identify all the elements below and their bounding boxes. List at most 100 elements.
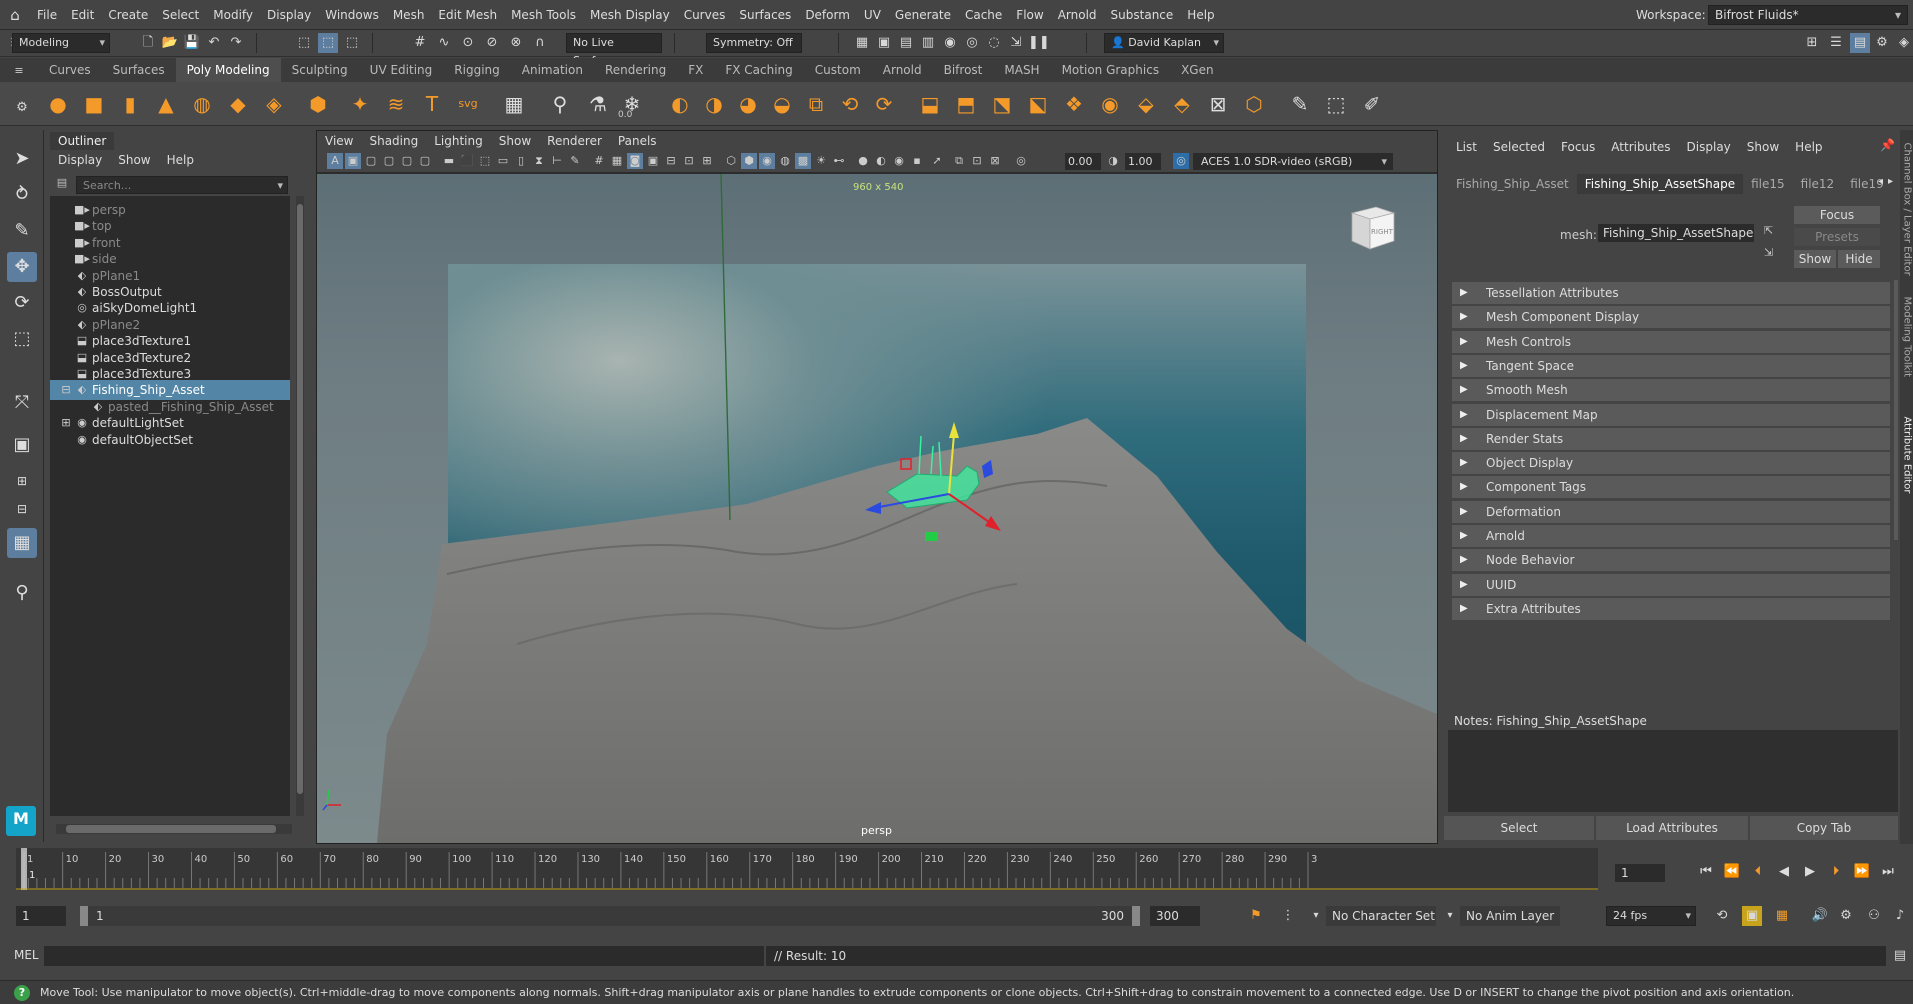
wireframe-on-shaded-icon[interactable]: ▣ [645,153,661,169]
snap-curve-icon[interactable]: ∿ [434,33,454,53]
poly-sphere-icon[interactable]: ● [44,90,72,118]
super-shape-icon[interactable]: ✦ [346,90,374,118]
attr-tab-file12[interactable]: file12 [1793,174,1843,194]
shelf-menu-icon[interactable]: ≡ [0,64,38,77]
shelf-settings-icon[interactable]: ⚙ [12,98,32,118]
collapse-icon[interactable]: ⬘ [1168,90,1196,118]
motion-blur-icon[interactable]: ⊷ [831,153,847,169]
extract-icon[interactable]: ⟲ [836,90,864,118]
play-backwards-icon[interactable]: ◀ [1774,862,1794,882]
new-scene-icon[interactable]: 🗋 [138,33,158,53]
sound-icon[interactable]: 🔊 [1810,906,1830,926]
expand-triangle-icon[interactable]: ▶ [1460,574,1468,596]
render-view-icon[interactable]: ▦ [852,33,872,53]
select-hierarchy-icon[interactable]: ⬚ [294,33,314,53]
shadows-icon[interactable]: ⊞ [699,153,715,169]
merge-icon[interactable]: ❖ [1060,90,1088,118]
menu-surfaces[interactable]: Surfaces [732,0,798,30]
gamma-icon[interactable]: ◑ [1105,153,1121,169]
go-to-end-icon[interactable]: ⏭ [1878,862,1898,882]
outliner-menu-display[interactable]: Display [50,151,110,169]
menu-cache[interactable]: Cache [958,0,1009,30]
circularize-icon[interactable]: ⬙ [1132,90,1160,118]
viewport-menu-lighting[interactable]: Lighting [426,131,491,151]
frame-all-icon[interactable]: ⧉ [951,153,967,169]
render-frame-icon[interactable]: ▣ [874,33,894,53]
menu-modify[interactable]: Modify [206,0,260,30]
shelf-tab-rendering[interactable]: Rendering [594,58,677,82]
center-pivot-icon[interactable]: ⚲ [546,90,574,118]
shelf-tab-poly-modeling[interactable]: Poly Modeling [175,58,281,82]
snap-live-icon[interactable]: ⊗ [506,33,526,53]
shelf-tab-fx[interactable]: FX [677,58,714,82]
focus-button[interactable]: Focus [1794,206,1880,224]
animation-preferences-icon[interactable]: ♪ [1890,906,1910,926]
shelf-tab-fx-caching[interactable]: FX Caching [714,58,803,82]
view-transform-select[interactable]: ACES 1.0 SDR-video (sRGB) ▾ [1193,153,1393,170]
current-frame-field[interactable]: 1 [1615,864,1665,882]
attr-section-tangent-space[interactable]: ▶ Tangent Space [1452,354,1890,377]
attr-menu-help[interactable]: Help [1787,138,1830,156]
film-gate-icon[interactable]: ▬ [441,153,457,169]
channel-box-icon[interactable]: ▤ [1850,33,1870,53]
outliner-search-input[interactable]: Search... ▾ [76,176,288,194]
tab-scroll-right-icon[interactable]: ▸ [1888,176,1893,187]
grid-toggle-icon[interactable]: # [591,153,607,169]
attr-section-deformation[interactable]: ▶ Deformation [1452,500,1890,523]
ambient-occlusion-icon[interactable]: ● [855,153,871,169]
cache-settings-icon[interactable]: ▦ [1772,906,1792,926]
snap-grid-icon[interactable]: # [410,33,430,53]
menu-curves[interactable]: Curves [677,0,733,30]
expand-triangle-icon[interactable]: ▶ [1460,355,1468,377]
edge-flow-icon[interactable]: ⬚ [1322,90,1350,118]
attr-section-component-tags[interactable]: ▶ Component Tags [1452,476,1890,499]
shelf-tab-uv-editing[interactable]: UV Editing [359,58,444,82]
expand-triangle-icon[interactable]: ▶ [1460,404,1468,426]
expand-triangle-icon[interactable]: ▶ [1460,598,1468,620]
menu-flow[interactable]: Flow [1009,0,1050,30]
fill-hole-icon[interactable]: ⟳ [870,90,898,118]
attr-tab-fishing-ship-assetshape[interactable]: Fishing_Ship_AssetShape [1576,174,1744,194]
attr-section-node-behavior[interactable]: ▶ Node Behavior [1452,549,1890,572]
menu-substance[interactable]: Substance [1104,0,1181,30]
multi-cut-icon[interactable]: ⊠ [1204,90,1232,118]
xray-icon[interactable]: ⬢ [741,153,757,169]
time-slider[interactable]: 1 10 20 30 40 50 60 70 80 90 100 110 120 130 140 150 160… [16,848,1598,890]
open-scene-icon[interactable]: 📂 [160,33,180,53]
poly-cube-icon[interactable]: ■ [80,90,108,118]
attribute-scrollbar[interactable] [1894,280,1898,540]
sweep-mesh-icon[interactable]: ≋ [382,90,410,118]
attr-menu-display[interactable]: Display [1679,138,1739,156]
copy-tab-button[interactable]: Copy Tab [1750,816,1898,840]
key-preferences-icon[interactable]: ⋮ [1278,906,1298,926]
expand-triangle-icon[interactable]: ▶ [1460,282,1468,304]
wireframe-icon[interactable]: ▦ [609,153,625,169]
gate-mask-icon[interactable]: ▭ [495,153,511,169]
shelf-tab-surfaces[interactable]: Surfaces [102,58,176,82]
cached-playback-icon[interactable]: ▣ [1742,906,1762,926]
svg-tool-icon[interactable]: svg [454,90,482,118]
connect-icon[interactable]: ⬡ [1240,90,1268,118]
range-end-handle[interactable] [1132,906,1140,926]
shelf-tab-motion-graphics[interactable]: Motion Graphics [1051,58,1171,82]
ipr-render-icon[interactable]: ▤ [896,33,916,53]
filter-icon[interactable]: ▤ [54,176,70,194]
side-tab-attribute-editor[interactable]: Attribute Editor [1902,417,1913,515]
attr-section-render-stats[interactable]: ▶ Render Stats [1452,427,1890,450]
menu-mesh-tools[interactable]: Mesh Tools [504,0,583,30]
poly-disc-icon[interactable]: ◈ [260,90,288,118]
menu-set-select[interactable]: Modeling ▾ [12,33,110,53]
loop-icon[interactable]: ⟲ [1712,906,1732,926]
range-start-handle[interactable] [80,906,88,926]
outliner-menu-help[interactable]: Help [159,151,202,169]
attr-section-tessellation-attributes[interactable]: ▶ Tessellation Attributes [1452,282,1890,304]
resolution-gate-icon[interactable]: ⬚ [477,153,493,169]
attr-tab-file19[interactable]: file19 [1842,174,1892,194]
workspace-select[interactable]: Bifrost Fluids* ▾ [1708,5,1908,25]
layout-icon[interactable]: ▦ [7,528,37,558]
attr-section-object-display[interactable]: ▶ Object Display [1452,452,1890,475]
snap-point-icon[interactable]: ⊙ [458,33,478,53]
poly-cone-icon[interactable]: ▲ [152,90,180,118]
attr-tab-file15[interactable]: file15 [1743,174,1793,194]
fps-select[interactable]: 24 fps ▾ [1606,906,1696,926]
